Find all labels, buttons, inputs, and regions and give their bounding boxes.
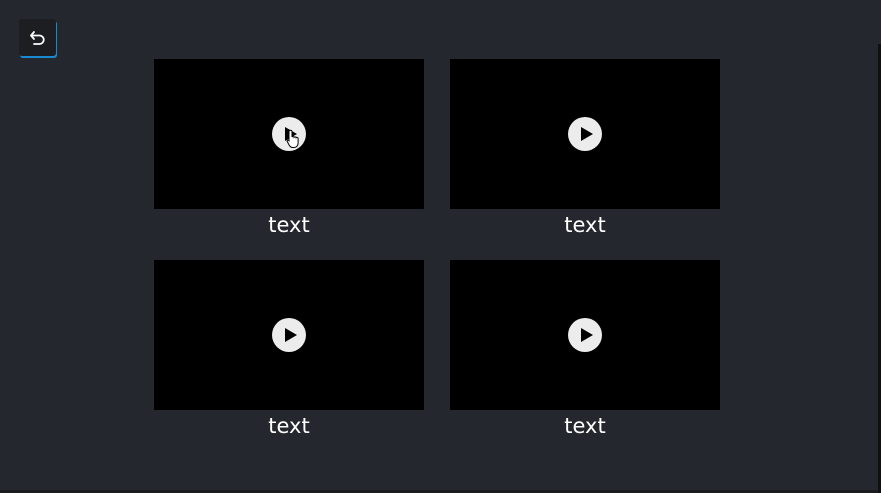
back-button[interactable]	[19, 19, 56, 56]
video-thumbnail[interactable]	[450, 260, 720, 410]
play-button[interactable]	[272, 318, 306, 352]
play-icon	[580, 127, 593, 141]
play-button[interactable]	[568, 318, 602, 352]
play-icon	[284, 328, 297, 342]
play-icon	[284, 127, 297, 141]
undo-icon	[29, 30, 45, 45]
video-grid: text text text text	[154, 59, 720, 439]
video-caption: text	[268, 414, 310, 438]
video-card: text	[154, 260, 424, 439]
play-button[interactable]	[272, 117, 306, 151]
video-thumbnail[interactable]	[450, 59, 720, 209]
video-caption: text	[564, 414, 606, 438]
video-thumbnail[interactable]	[154, 59, 424, 209]
play-icon	[580, 328, 593, 342]
video-thumbnail[interactable]	[154, 260, 424, 410]
video-card: text	[450, 59, 720, 238]
video-gallery-page: text text text text	[0, 0, 881, 493]
video-card: text	[154, 59, 424, 238]
play-button[interactable]	[568, 117, 602, 151]
video-caption: text	[268, 213, 310, 237]
video-card: text	[450, 260, 720, 439]
video-caption: text	[564, 213, 606, 237]
